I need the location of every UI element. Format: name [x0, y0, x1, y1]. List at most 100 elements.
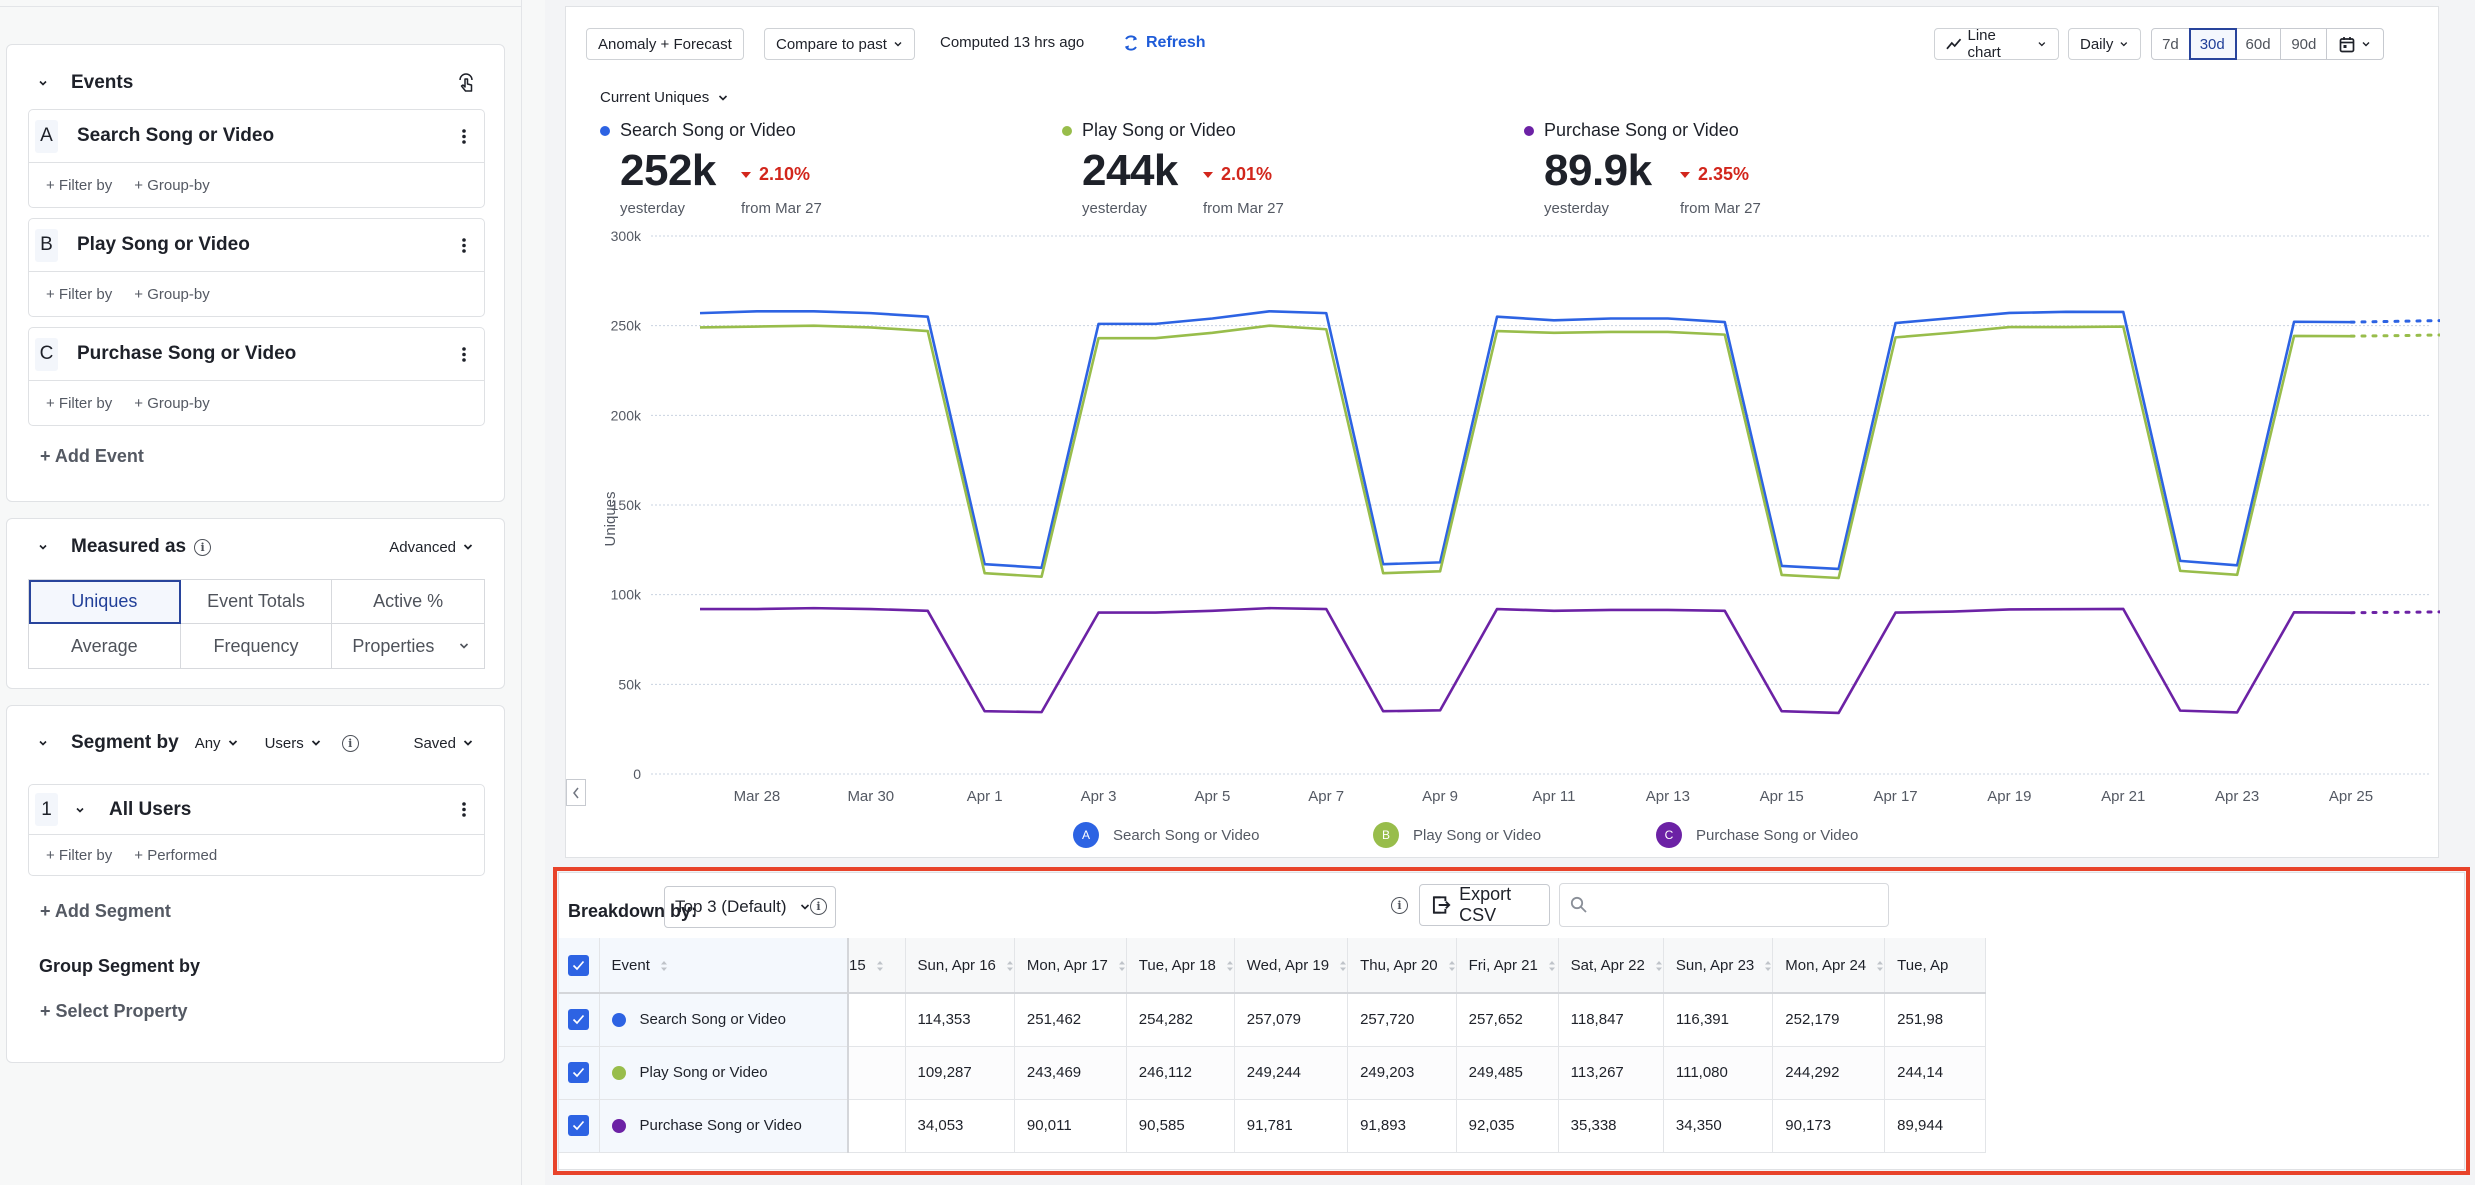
breakdown-search[interactable] — [1559, 883, 1889, 927]
add-segment-button[interactable]: + Add Segment — [40, 901, 171, 922]
column-header-label: Mon, Apr 17 — [1026, 956, 1108, 974]
info-icon[interactable]: i — [341, 734, 359, 752]
collapse-chevron-icon[interactable] — [37, 737, 49, 749]
column-header-event[interactable]: Event — [599, 938, 849, 994]
expand-chevron-icon[interactable] — [74, 804, 86, 816]
series-dot — [611, 1119, 626, 1134]
legend-item-purchase[interactable]: C Purchase Song or Video — [1656, 822, 1858, 848]
row-checkbox-cell[interactable] — [559, 1046, 600, 1100]
filter-by-link[interactable]: + Filter by — [46, 847, 112, 864]
chart-card: Anomaly + Forecast Compare to past Compu… — [565, 6, 2440, 858]
event-item-a[interactable]: A Search Song or Video + Filter by + Gro… — [28, 109, 485, 208]
x-tick-label: Apr 23 — [2215, 788, 2259, 805]
legend-item-search[interactable]: A Search Song or Video — [1073, 822, 1260, 848]
table-row[interactable]: Play Song or Video 109,287 243,469 246,112 2… — [559, 1046, 1987, 1100]
value-cell: 89,944 — [1884, 1099, 1987, 1153]
column-header-date[interactable]: Mon, Apr 24 — [1772, 938, 1886, 994]
event-name[interactable]: Purchase Song or Video — [77, 343, 296, 365]
row-checkbox[interactable] — [568, 1115, 589, 1136]
legend-label: Search Song or Video — [1113, 826, 1260, 844]
legend-item-play[interactable]: B Play Song or Video — [1373, 822, 1541, 848]
value-cell: 111,080 — [1663, 1046, 1774, 1100]
select-property-button[interactable]: + Select Property — [40, 1001, 188, 1022]
collapse-chevron-icon[interactable] — [37, 77, 49, 89]
group-by-link[interactable]: + Group-by — [134, 286, 209, 303]
select-all-checkbox[interactable] — [568, 954, 589, 976]
info-icon[interactable]: i — [810, 898, 827, 915]
value-cell: 244,292 — [1772, 1046, 1886, 1100]
more-options-icon[interactable] — [462, 347, 466, 362]
measure-options: Uniques Event Totals Active % Average Fr… — [28, 579, 485, 669]
collapse-chevron-icon[interactable] — [37, 541, 49, 553]
value-cell: 251,462 — [1014, 993, 1127, 1047]
column-header-date[interactable]: 15 — [848, 938, 906, 994]
scroll-left-button[interactable] — [566, 779, 586, 806]
row-checkbox-cell[interactable] — [559, 993, 600, 1047]
info-icon[interactable]: i — [1391, 897, 1408, 914]
saved-dropdown[interactable]: Saved — [413, 735, 474, 752]
x-tick-label: Apr 25 — [2329, 788, 2373, 805]
column-header-date[interactable]: Fri, Apr 21 — [1456, 938, 1559, 994]
y-tick-label: 50k — [618, 676, 642, 692]
add-event-button[interactable]: + Add Event — [40, 446, 144, 467]
sort-icon — [1340, 960, 1347, 971]
table-row[interactable]: Purchase Song or Video 34,053 90,011 90,585… — [559, 1099, 1987, 1153]
more-options-icon[interactable] — [462, 802, 466, 817]
filter-by-link[interactable]: + Filter by — [46, 286, 112, 303]
column-header-label: Mon, Apr 24 — [1785, 956, 1867, 974]
value-cell: 249,485 — [1456, 1046, 1559, 1100]
any-dropdown[interactable]: Any — [195, 735, 239, 752]
column-header-date[interactable]: Tue, Ap — [1884, 938, 1987, 994]
forecast-line-play — [2349, 333, 2440, 338]
segment-item-all-users[interactable]: 1 All Users + Filter by + Performed — [28, 784, 485, 876]
measure-option-active-pct[interactable]: Active % — [332, 580, 484, 624]
chevron-down-icon — [463, 740, 473, 746]
column-header-date[interactable]: Sun, Apr 23 — [1663, 938, 1774, 994]
more-options-icon[interactable] — [462, 129, 466, 144]
row-checkbox-cell[interactable] — [559, 1099, 600, 1153]
group-by-link[interactable]: + Group-by — [134, 177, 209, 194]
measure-option-frequency[interactable]: Frequency — [181, 624, 333, 668]
table-row[interactable]: Search Song or Video 114,353 251,462 254,28… — [559, 993, 1987, 1047]
measure-option-average[interactable]: Average — [29, 624, 181, 668]
event-item-b[interactable]: B Play Song or Video + Filter by + Group… — [28, 218, 485, 317]
column-header-date[interactable]: Wed, Apr 19 — [1234, 938, 1349, 994]
column-header-date[interactable]: Thu, Apr 20 — [1347, 938, 1457, 994]
performed-link[interactable]: + Performed — [134, 847, 217, 864]
info-icon[interactable]: i — [194, 538, 212, 556]
breakdown-search-input[interactable] — [1596, 896, 1888, 914]
event-name[interactable]: Search Song or Video — [77, 125, 274, 147]
group-by-link[interactable]: + Group-by — [134, 395, 209, 412]
value-cell: 257,652 — [1456, 993, 1559, 1047]
value-cell: 257,079 — [1234, 993, 1349, 1047]
pointer-touch-icon[interactable] — [456, 73, 476, 95]
measure-option-event-totals[interactable]: Event Totals — [180, 580, 333, 624]
row-checkbox[interactable] — [568, 1009, 589, 1031]
segment-name[interactable]: All Users — [109, 799, 191, 821]
column-header-label: Fri, Apr 21 — [1468, 956, 1538, 974]
value-cell: 35,338 — [1558, 1099, 1664, 1153]
more-options-icon[interactable] — [462, 238, 466, 253]
breakdown-select-value: Top 3 (Default) — [675, 897, 787, 916]
column-header-date[interactable]: Sun, Apr 16 — [905, 938, 1015, 994]
column-header-date[interactable]: Sat, Apr 22 — [1558, 938, 1664, 994]
event-name[interactable]: Play Song or Video — [77, 234, 250, 256]
advanced-dropdown[interactable]: Advanced — [389, 539, 474, 556]
filter-by-link[interactable]: + Filter by — [46, 177, 112, 194]
search-icon — [1570, 896, 1587, 913]
filter-by-link[interactable]: + Filter by — [46, 395, 112, 412]
value-cell: 118,847 — [1558, 993, 1664, 1047]
measure-option-uniques[interactable]: Uniques — [29, 580, 181, 624]
measure-option-properties[interactable]: Properties — [332, 624, 484, 668]
users-dropdown[interactable]: Users — [265, 735, 322, 752]
row-checkbox[interactable] — [568, 1062, 589, 1083]
column-header-date[interactable]: Tue, Apr 18 — [1126, 938, 1235, 994]
events-header: Events — [7, 63, 504, 103]
select-all-checkbox-cell[interactable] — [559, 938, 600, 994]
export-csv-button[interactable]: Export CSV — [1419, 884, 1550, 926]
column-header-date[interactable]: Mon, Apr 17 — [1014, 938, 1127, 994]
event-item-c[interactable]: C Purchase Song or Video + Filter by + G… — [28, 327, 485, 426]
value-cell: 246,112 — [1126, 1046, 1235, 1100]
value-cell: 91,781 — [1234, 1099, 1349, 1153]
x-tick-label: Apr 9 — [1422, 788, 1458, 805]
